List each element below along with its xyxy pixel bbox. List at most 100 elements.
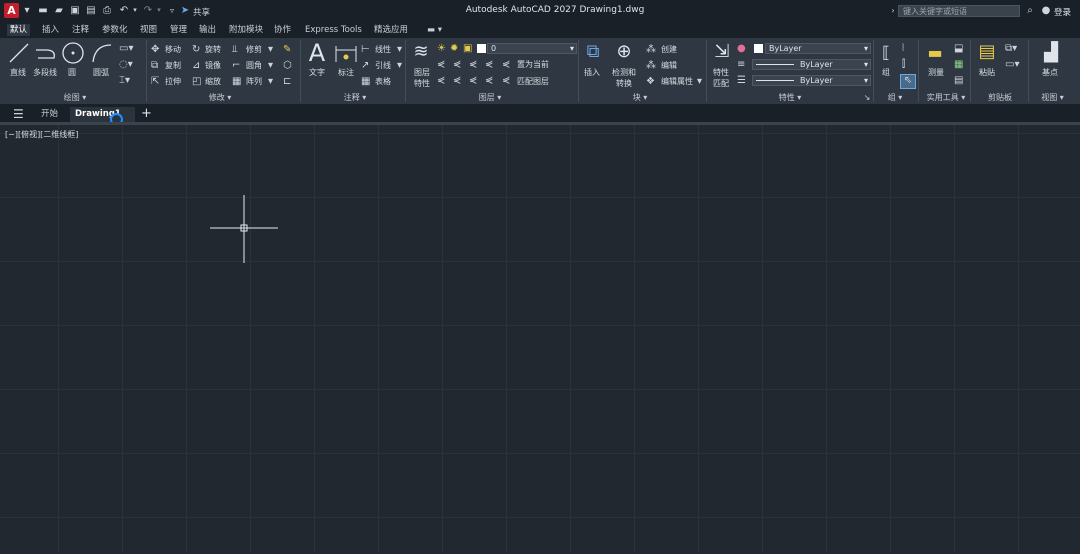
arc-icon[interactable] — [90, 42, 114, 64]
linetype-dropdown[interactable]: ByLayer ▾ — [752, 59, 871, 70]
scale-icon[interactable]: ◰ — [192, 76, 201, 87]
trim-button[interactable]: 修剪 — [246, 45, 262, 55]
undo-dropdown-icon[interactable]: ▾ — [128, 4, 142, 17]
tab-drawing1[interactable]: Drawing1 — [70, 107, 135, 122]
paste-icon[interactable]: ▤ — [976, 41, 998, 63]
tab-default[interactable]: 默认 — [7, 24, 31, 36]
layer-dropdown[interactable]: 0 ▾ — [487, 43, 577, 54]
fillet-dropdown-icon[interactable]: ▾ — [268, 60, 273, 71]
edit-attribute-button[interactable]: 编辑属性 — [661, 77, 693, 87]
save-as-icon[interactable]: ▤ — [84, 4, 98, 17]
stretch-icon[interactable]: ⇱ — [151, 76, 159, 87]
explode-icon[interactable]: ⬡ — [283, 60, 292, 71]
tab-annotate[interactable]: 注释 — [69, 24, 92, 36]
circle-icon[interactable] — [61, 41, 85, 65]
match-properties-label-1[interactable]: 特性 — [713, 68, 729, 78]
tab-collaborate[interactable]: 协作 — [271, 24, 294, 36]
new-tab-button[interactable]: + — [141, 106, 152, 121]
move-icon[interactable]: ✥ — [151, 44, 159, 55]
dimension-icon[interactable] — [334, 44, 358, 64]
leader-dropdown-icon[interactable]: ▾ — [397, 60, 402, 71]
new-file-icon[interactable]: ▬ — [36, 4, 50, 17]
layer-tool-icon[interactable]: ⋞ — [469, 59, 477, 70]
detect-convert-label-2[interactable]: 转换 — [616, 79, 632, 89]
group-edit-icon[interactable]: ⫿ — [902, 59, 905, 70]
fillet-icon[interactable]: ⌐ — [232, 60, 240, 71]
erase-icon[interactable]: ✎ — [283, 44, 291, 55]
match-properties-label-2[interactable]: 匹配 — [713, 79, 729, 89]
viewport-controls[interactable]: [−][俯视][二维线框] — [5, 129, 78, 140]
utility-icon[interactable]: ⬓ — [954, 43, 963, 54]
mirror-button[interactable]: 镜像 — [205, 61, 221, 71]
search-input[interactable]: 键入关键字或短语 — [898, 5, 1020, 17]
polyline-icon[interactable] — [34, 42, 58, 64]
text-button[interactable]: 文字 — [309, 68, 325, 78]
insert-block-icon[interactable]: ⧉ — [582, 41, 604, 63]
layer-tool-icon[interactable]: ⋞ — [437, 59, 445, 70]
panel-label-draw[interactable]: 绘图 ▾ — [40, 92, 110, 103]
arc-button[interactable]: 圆弧 — [93, 68, 109, 78]
trim-icon[interactable]: ⫫ — [232, 44, 238, 55]
id-point-icon[interactable]: ▤ — [954, 75, 963, 86]
color-wheel-icon[interactable]: ● — [737, 43, 746, 54]
layer-properties-icon[interactable]: ≋ — [410, 41, 432, 63]
tab-parametric[interactable]: 参数化 — [99, 24, 131, 36]
tab-addins[interactable]: 附加模块 — [226, 24, 266, 36]
rotate-icon[interactable]: ↻ — [192, 44, 200, 55]
rotate-button[interactable]: 旋转 — [205, 45, 221, 55]
panel-label-modify[interactable]: 修改 ▾ — [190, 92, 250, 103]
polyline-button[interactable]: 多段线 — [33, 68, 57, 78]
panel-label-layers[interactable]: 图层 ▾ — [460, 92, 520, 103]
make-current-icon[interactable]: ⋞ — [502, 59, 510, 70]
search-icon[interactable]: ⌕ — [1023, 4, 1037, 17]
copy-icon[interactable]: ⧉ — [151, 60, 158, 71]
paste-button[interactable]: 粘贴 — [979, 68, 995, 78]
ungroup-icon[interactable]: ⦚ — [902, 43, 904, 54]
measure-button[interactable]: 测量 — [928, 68, 944, 78]
rectangle-icon[interactable]: ▭▾ — [119, 43, 133, 54]
create-block-icon[interactable]: ⁂ — [646, 44, 656, 55]
layer-tool-icon[interactable]: ⋞ — [453, 75, 461, 86]
color-dropdown[interactable]: ByLayer ▾ — [765, 43, 871, 54]
tab-express-tools[interactable]: Express Tools — [302, 24, 365, 36]
open-folder-icon[interactable]: ▰ — [52, 4, 66, 17]
boundary-icon[interactable]: ⌶▾ — [119, 75, 130, 86]
line-button[interactable]: 直线 — [10, 68, 26, 78]
layer-tool-icon[interactable]: ⋞ — [485, 59, 493, 70]
redo-dropdown-icon[interactable]: ▾ — [152, 4, 166, 17]
hatch-icon[interactable]: ◌▾ — [119, 59, 133, 70]
save-icon[interactable]: ▣ — [68, 4, 82, 17]
share-icon[interactable]: ➤ — [178, 4, 192, 17]
create-block-button[interactable]: 创建 — [661, 45, 677, 55]
app-menu-chevron-icon[interactable]: ▾ — [20, 4, 34, 17]
group-select-icon[interactable]: ⇖ — [900, 74, 916, 89]
insert-button[interactable]: 插入 — [584, 68, 600, 78]
stretch-button[interactable]: 拉伸 — [165, 77, 181, 87]
autocad-logo[interactable]: A — [4, 3, 19, 18]
lightbulb-icon[interactable]: ☀ — [437, 43, 446, 54]
panel-label-utilities[interactable]: 实用工具 ▾ — [922, 92, 970, 103]
base-point-icon[interactable]: ▟ — [1040, 42, 1062, 64]
lineweight-dropdown[interactable]: ByLayer ▾ — [752, 75, 871, 86]
lineweight-icon[interactable]: ☰ — [737, 75, 746, 86]
table-button[interactable]: 表格 — [375, 77, 391, 87]
trim-dropdown-icon[interactable]: ▾ — [268, 44, 273, 55]
move-button[interactable]: 移动 — [165, 45, 181, 55]
copy-button[interactable]: 复制 — [165, 61, 181, 71]
match-properties-icon[interactable]: ⇲ — [711, 41, 733, 63]
tab-view[interactable]: 视图 — [137, 24, 160, 36]
panel-label-clipboard[interactable]: 剪贴板 — [980, 92, 1020, 103]
menu-icon[interactable]: ☰ — [13, 108, 24, 120]
circle-button[interactable]: 圆 — [68, 68, 76, 78]
panel-label-groups[interactable]: 组 ▾ — [880, 92, 910, 103]
print-icon[interactable]: ⎙ — [100, 4, 114, 17]
layer-tool-icon[interactable]: ⋞ — [437, 75, 445, 86]
mirror-icon[interactable]: ⊿ — [192, 60, 200, 71]
layer-tool-icon[interactable]: ⋞ — [453, 59, 461, 70]
login-button[interactable]: 登录 — [1054, 6, 1071, 18]
edit-attribute-icon[interactable]: ❖ — [646, 76, 655, 87]
copy-clip-icon[interactable]: ⧉▾ — [1005, 43, 1017, 54]
panel-label-properties[interactable]: 特性 ▾ — [760, 92, 820, 103]
layer-tool-icon[interactable]: ⋞ — [469, 75, 477, 86]
array-icon[interactable]: ▦ — [232, 76, 241, 87]
